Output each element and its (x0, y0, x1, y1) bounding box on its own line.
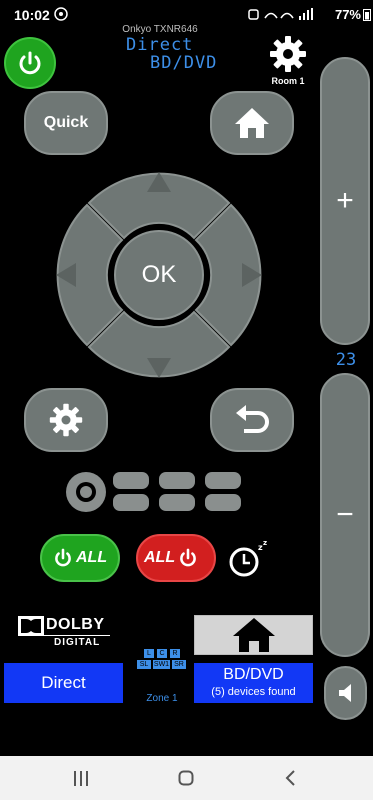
recent-apps-icon[interactable] (73, 771, 89, 786)
dolby-brand: DOLBY (46, 616, 105, 633)
return-icon (236, 405, 269, 433)
power-icon (180, 548, 196, 567)
input-home-button[interactable] (194, 615, 313, 655)
dolby-logo: DOLBY DIGITAL (18, 615, 112, 651)
battery-icon (363, 8, 371, 24)
all-off-label: ALL (144, 549, 176, 566)
ok-button[interactable]: OK (114, 230, 204, 320)
home-button[interactable] (210, 91, 294, 155)
power-button[interactable] (4, 37, 56, 89)
input-name: BD/DVD (223, 666, 284, 683)
dolby-dd-icon (18, 616, 44, 636)
mute-button[interactable] (324, 666, 367, 720)
all-on-label: ALL (76, 549, 108, 566)
volume-down-button[interactable]: − (320, 373, 370, 657)
room-settings-button[interactable]: Room 1 (264, 32, 312, 88)
speaker-sr: SR (172, 660, 186, 669)
all-off-button[interactable]: ALL (136, 534, 216, 582)
mini-dpad-icon[interactable] (66, 472, 106, 512)
numpad-button[interactable] (113, 472, 243, 512)
dolby-sub: DIGITAL (54, 637, 101, 648)
zone-label: Zone 1 (146, 693, 178, 704)
input-select-button[interactable]: BD/DVD (5) devices found (194, 663, 313, 703)
quick-button[interactable]: Quick (24, 91, 108, 155)
sleep-clock-icon: z z (229, 539, 267, 577)
speaker-sl: SL (137, 660, 151, 669)
volume-up-button[interactable]: + (320, 57, 370, 345)
sleep-timer-button[interactable]: z z (228, 536, 272, 580)
speaker-l: L (144, 649, 154, 658)
speaker-r: R (170, 649, 180, 658)
device-model: Onkyo TXNR646 (122, 24, 198, 35)
settings-button[interactable] (24, 388, 108, 452)
volume-level: 23 (335, 350, 357, 370)
speaker-icon (338, 684, 351, 702)
speaker-indicators: L C R SL SW1 SR (136, 649, 188, 670)
speaker-c: C (157, 649, 167, 658)
system-nav-bar (0, 756, 373, 800)
device-input: BD/DVD (150, 53, 218, 73)
back-button[interactable] (210, 388, 294, 452)
svg-text:z: z (263, 539, 267, 547)
power-icon (19, 51, 41, 75)
listening-mode-button[interactable]: Direct (4, 663, 123, 703)
devices-found: (5) devices found (211, 686, 296, 698)
speaker-sw1: SW1 (153, 660, 170, 669)
gear-icon (49, 403, 83, 437)
all-on-button[interactable]: ALL (40, 534, 120, 582)
gear-icon (270, 36, 306, 72)
room-label: Room 1 (271, 76, 305, 86)
notification-icon (54, 7, 68, 24)
device-mode: Direct (126, 35, 194, 55)
status-icons (247, 7, 317, 24)
power-icon (55, 548, 71, 567)
home-nav-icon[interactable] (178, 770, 194, 786)
home-icon (232, 618, 275, 652)
status-time: 10:02 (14, 7, 50, 23)
battery-level: 77% (334, 7, 361, 22)
home-icon (235, 108, 269, 138)
back-nav-icon[interactable] (284, 770, 296, 786)
